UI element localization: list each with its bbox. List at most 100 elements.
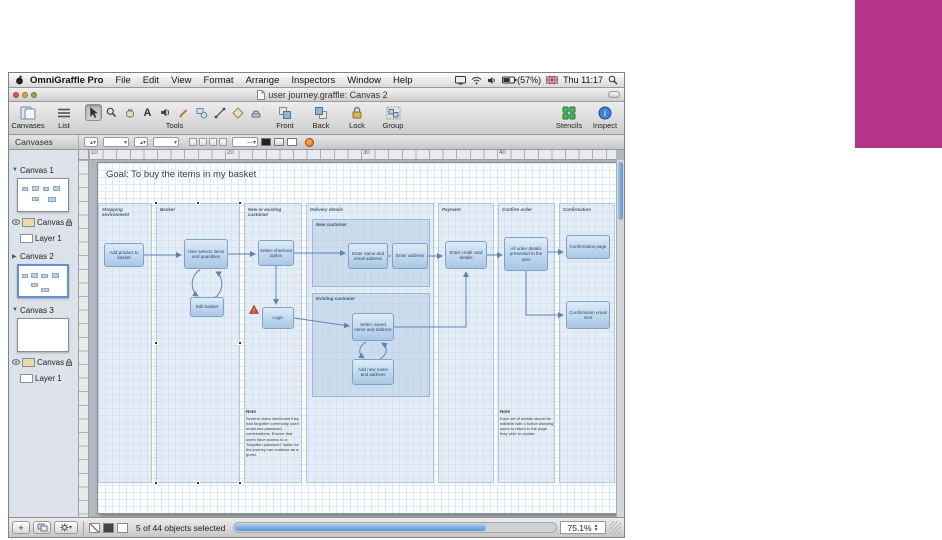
node-add-new-name-address[interactable]: Add new name and address bbox=[352, 359, 394, 385]
lock-button[interactable]: Lock bbox=[342, 104, 372, 130]
font-style-select[interactable]: ▾ bbox=[153, 137, 179, 147]
selection-handle[interactable] bbox=[196, 201, 200, 205]
node-confirmation-page[interactable]: Confirmation page bbox=[566, 235, 610, 259]
menu-file[interactable]: File bbox=[109, 75, 136, 86]
horizontal-scrollbar-thumb[interactable] bbox=[235, 524, 487, 531]
shadow-color-well[interactable] bbox=[287, 138, 297, 146]
no-stroke-well[interactable] bbox=[89, 522, 100, 533]
font-family-select[interactable]: ▾ bbox=[103, 137, 129, 147]
display-icon[interactable] bbox=[455, 75, 467, 85]
selection-handle[interactable] bbox=[196, 481, 200, 485]
zoom-stepper-icon[interactable]: ▲ ▼ bbox=[594, 523, 599, 532]
selection-handle[interactable] bbox=[154, 481, 158, 485]
wifi-icon[interactable] bbox=[471, 76, 482, 85]
resize-grip[interactable] bbox=[609, 521, 621, 534]
color-badge-icon[interactable] bbox=[305, 137, 314, 147]
note-login[interactable]: Note Several users mentioned they had fo… bbox=[246, 409, 300, 457]
horizontal-scrollbar[interactable] bbox=[233, 522, 557, 533]
sidebar-layer-canvas-row-1[interactable]: Canvas bbox=[9, 216, 78, 228]
node-login[interactable]: Login bbox=[262, 307, 294, 329]
node-confirmation-email[interactable]: Confirmation email sent bbox=[566, 301, 610, 329]
selection-handle[interactable] bbox=[238, 201, 242, 205]
node-enter-name-email[interactable]: Enter name and email address bbox=[348, 243, 388, 269]
warning-triangle-icon[interactable]: ! bbox=[248, 304, 260, 317]
volume-icon[interactable] bbox=[487, 76, 497, 85]
hand-tool-button[interactable] bbox=[121, 104, 138, 121]
front-button[interactable]: Front bbox=[270, 104, 300, 130]
layer-swatch[interactable] bbox=[20, 373, 33, 383]
eye-icon[interactable] bbox=[12, 359, 20, 365]
battery-indicator[interactable]: (57%) bbox=[502, 75, 541, 85]
line-tool-button[interactable] bbox=[211, 104, 228, 121]
uk-flag-icon[interactable] bbox=[546, 76, 559, 84]
align-left-toggle[interactable] bbox=[189, 138, 197, 146]
menu-view[interactable]: View bbox=[165, 75, 197, 86]
node-enter-address[interactable]: Enter address bbox=[392, 243, 428, 269]
minimize-window-button[interactable] bbox=[22, 91, 28, 98]
node-edit-basket[interactable]: Edit basket bbox=[190, 297, 224, 317]
menu-format[interactable]: Format bbox=[197, 75, 239, 86]
selection-handle[interactable] bbox=[238, 481, 242, 485]
sidebar-layer-canvas-row-2[interactable]: Canvas bbox=[9, 356, 78, 368]
stroke-well[interactable] bbox=[103, 522, 114, 533]
node-order-details-presented[interactable]: All order details presented to the user bbox=[504, 237, 548, 271]
apple-menu[interactable] bbox=[15, 75, 24, 85]
note-confirm-order[interactable]: Note Each set of details should be edita… bbox=[500, 409, 554, 437]
zoom-control[interactable]: 75.1% ▲ ▼ bbox=[560, 521, 606, 534]
text-tool-button[interactable]: A bbox=[139, 104, 156, 121]
fill-well[interactable] bbox=[117, 522, 128, 533]
pencil-tool-button[interactable] bbox=[175, 104, 192, 121]
back-button[interactable]: Back bbox=[306, 104, 336, 130]
indent-stepper[interactable]: ▴▾ bbox=[84, 137, 98, 147]
eye-icon[interactable] bbox=[12, 219, 20, 225]
selection-handle[interactable] bbox=[154, 201, 158, 205]
menu-help[interactable]: Help bbox=[387, 75, 419, 86]
layer-swatch[interactable] bbox=[22, 357, 35, 367]
selection-handle[interactable] bbox=[238, 341, 242, 345]
canvas-2-thumbnail-selected[interactable] bbox=[17, 264, 69, 298]
menu-app-name[interactable]: OmniGraffle Pro bbox=[24, 75, 109, 86]
action-gear-button[interactable]: ▾ bbox=[54, 521, 78, 534]
toolbar-toggle-button[interactable] bbox=[608, 91, 620, 98]
sidebar-item-canvas-3[interactable]: ▼ Canvas 3 bbox=[9, 304, 78, 316]
drawing-page[interactable]: Goal: To buy the items in my basket Shop… bbox=[97, 162, 617, 514]
sidebar-layer-1-row-2[interactable]: Layer 1 bbox=[9, 372, 78, 384]
node-user-selects-items[interactable]: User selects items and quantities bbox=[184, 239, 228, 269]
align-justify-toggle[interactable] bbox=[219, 138, 227, 146]
align-right-toggle[interactable] bbox=[209, 138, 217, 146]
fill-color-well[interactable] bbox=[274, 138, 284, 146]
sidebar-layer-1-row-1[interactable]: Layer 1 bbox=[9, 232, 78, 244]
canvas-area[interactable]: 10 20 30 40 Goal: To buy the items in my… bbox=[79, 150, 624, 517]
stencils-button[interactable]: Stencils bbox=[554, 104, 584, 130]
font-size-stepper[interactable]: ▴▾ bbox=[134, 137, 148, 147]
vertical-scrollbar[interactable] bbox=[616, 160, 624, 517]
goal-title[interactable]: Goal: To buy the items in my basket bbox=[106, 169, 256, 180]
window-title-bar[interactable]: user journey.graffle: Canvas 2 bbox=[9, 88, 624, 102]
browse-tool-button[interactable] bbox=[247, 104, 264, 121]
diagram-tool-button[interactable] bbox=[229, 104, 246, 121]
spotlight-icon[interactable] bbox=[608, 75, 618, 85]
selection-handle[interactable] bbox=[154, 341, 158, 345]
inspect-button[interactable]: i Inspect bbox=[590, 104, 620, 130]
menu-clock[interactable]: Thu 11:17 bbox=[563, 75, 603, 85]
add-layer-button[interactable] bbox=[33, 521, 51, 534]
canvas-1-thumbnail[interactable] bbox=[17, 178, 69, 212]
vertical-scrollbar-thumb[interactable] bbox=[618, 162, 623, 220]
group-button[interactable]: Group bbox=[378, 104, 408, 130]
canvases-toolbar-button[interactable]: Canvases bbox=[11, 104, 45, 130]
node-select-saved-name-address[interactable]: Select saved name and address bbox=[352, 313, 394, 341]
close-window-button[interactable] bbox=[13, 91, 19, 98]
menu-edit[interactable]: Edit bbox=[137, 75, 165, 86]
add-canvas-button[interactable]: + bbox=[12, 521, 30, 534]
stroke-color-well[interactable] bbox=[261, 138, 271, 146]
list-toolbar-button[interactable]: List bbox=[49, 104, 79, 130]
disclosure-triangle-icon[interactable]: ▼ bbox=[12, 167, 18, 173]
node-enter-credit-card[interactable]: Enter credit card details bbox=[445, 241, 487, 269]
menu-arrange[interactable]: Arrange bbox=[240, 75, 286, 86]
sidebar-item-canvas-1[interactable]: ▼ Canvas 1 bbox=[9, 164, 78, 176]
zoom-tool-button[interactable] bbox=[103, 104, 120, 121]
node-select-checkout-option[interactable]: Select checkout option bbox=[258, 240, 294, 266]
canvas-3-thumbnail[interactable] bbox=[17, 318, 69, 352]
menu-inspectors[interactable]: Inspectors bbox=[285, 75, 341, 86]
disclosure-triangle-icon[interactable]: ▶ bbox=[12, 253, 18, 260]
